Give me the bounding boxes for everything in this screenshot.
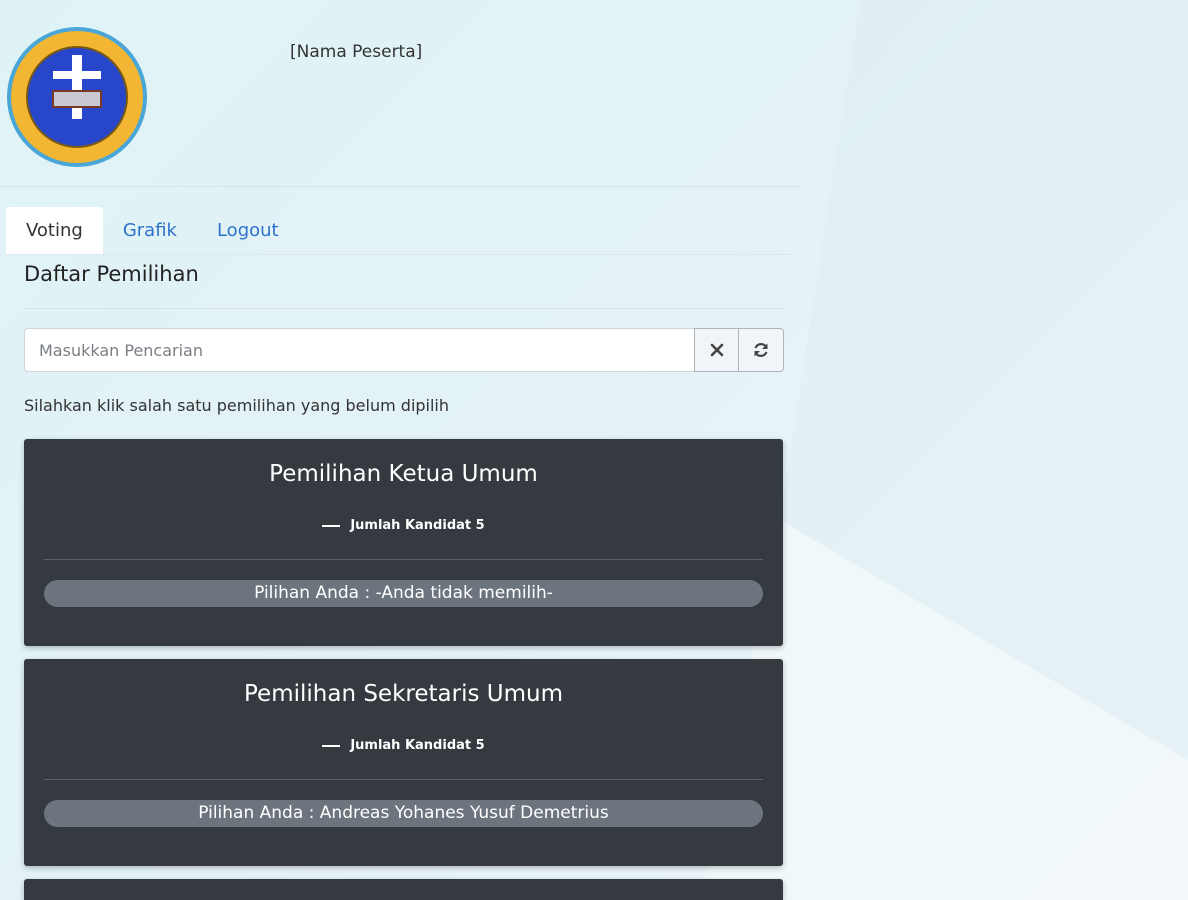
card-divider <box>44 779 763 780</box>
choice-badge: Pilihan Anda : -Anda tidak memilih- <box>44 580 763 607</box>
card-title: Pemilihan Ketua Umum <box>269 461 538 487</box>
card-title: Pemilihan Sekretaris Umum <box>244 681 563 707</box>
dash-icon <box>322 744 341 747</box>
refresh-icon <box>754 343 768 357</box>
tab-voting[interactable]: Voting <box>6 207 103 255</box>
search-group <box>24 328 784 372</box>
election-card-ketua[interactable]: Pemilihan Ketua Umum Jumlah Kandidat 5 P… <box>24 439 783 646</box>
tab-logout[interactable]: Logout <box>197 207 299 255</box>
participant-name: [Nama Peserta] <box>290 42 423 62</box>
search-input[interactable] <box>24 328 694 372</box>
election-card-partial[interactable] <box>24 879 783 900</box>
choice-badge: Pilihan Anda : Andreas Yohanes Yusuf Dem… <box>44 800 763 827</box>
refresh-button[interactable] <box>739 328 784 372</box>
card-subtitle: Jumlah Kandidat 5 <box>24 518 783 533</box>
close-icon <box>710 343 723 357</box>
church-logo <box>7 27 147 167</box>
dash-icon <box>322 524 341 527</box>
header: [Nama Peserta] <box>0 0 800 187</box>
section-title: Daftar Pemilihan <box>24 262 199 286</box>
card-subtitle: Jumlah Kandidat 5 <box>24 738 783 753</box>
candidate-count: Jumlah Kandidat 5 <box>350 738 485 753</box>
clear-search-button[interactable] <box>694 328 739 372</box>
tab-grafik[interactable]: Grafik <box>103 207 197 255</box>
tabs-divider <box>6 254 792 255</box>
selection-hint: Silahkan klik salah satu pemilihan yang … <box>24 396 450 415</box>
card-divider <box>44 559 763 560</box>
candidate-count: Jumlah Kandidat 5 <box>350 518 485 533</box>
election-card-sekretaris[interactable]: Pemilihan Sekretaris Umum Jumlah Kandida… <box>24 659 783 866</box>
nav-tabs: Voting Grafik Logout <box>6 207 299 255</box>
title-divider <box>24 308 784 309</box>
